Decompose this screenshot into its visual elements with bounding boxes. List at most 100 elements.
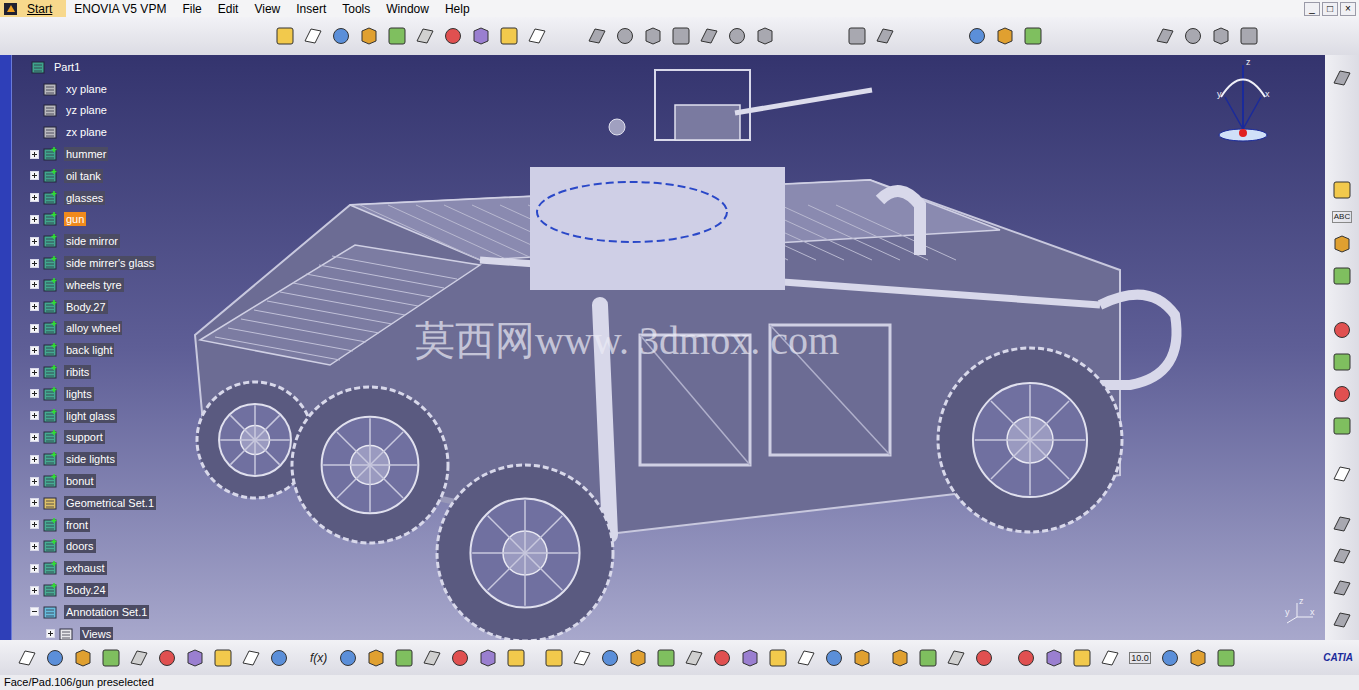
tool-icon[interactable] xyxy=(330,25,352,47)
expander-icon[interactable] xyxy=(30,193,39,202)
tree-label[interactable]: doors xyxy=(64,539,96,553)
tool-icon[interactable] xyxy=(1331,265,1353,287)
tool-icon[interactable] xyxy=(1238,25,1260,47)
menu-item[interactable]: Insert xyxy=(288,0,334,18)
tool-icon[interactable] xyxy=(302,25,324,47)
tool-icon[interactable] xyxy=(365,647,387,669)
tool-icon[interactable] xyxy=(477,647,499,669)
tree-item[interactable]: Annotation Set.1 xyxy=(12,601,156,623)
tree-label[interactable]: Body.24 xyxy=(64,583,108,597)
tree-item[interactable]: zx plane xyxy=(12,121,156,143)
tool-icon[interactable] xyxy=(599,647,621,669)
tool-icon[interactable] xyxy=(1182,25,1204,47)
tool-icon[interactable] xyxy=(945,647,967,669)
tool-icon[interactable] xyxy=(1331,463,1353,485)
tool-icon[interactable] xyxy=(1331,233,1353,255)
tool-icon[interactable] xyxy=(1215,647,1237,669)
tool-icon[interactable] xyxy=(1159,647,1181,669)
tool-icon[interactable] xyxy=(655,647,677,669)
tree-label[interactable]: front xyxy=(64,518,90,532)
tree-item[interactable]: Body.24 xyxy=(12,579,156,601)
tool-icon[interactable] xyxy=(1331,545,1353,567)
expander-icon[interactable] xyxy=(30,586,39,595)
tool-icon[interactable] xyxy=(268,647,290,669)
tree-label[interactable]: Part1 xyxy=(52,60,82,74)
tree-label[interactable]: ribits xyxy=(64,365,91,379)
tree-label[interactable]: lights xyxy=(64,387,94,401)
window-control[interactable]: _ xyxy=(1304,2,1320,16)
tool-icon[interactable] xyxy=(754,25,776,47)
tool-icon[interactable] xyxy=(449,647,471,669)
tree-item[interactable]: alloy wheel xyxy=(12,318,156,340)
tree-label[interactable]: xy plane xyxy=(64,82,109,96)
tool-icon[interactable] xyxy=(1331,319,1353,341)
tool-icon[interactable] xyxy=(274,25,296,47)
tree-item[interactable]: side mirror xyxy=(12,230,156,252)
expander-icon[interactable] xyxy=(30,280,39,289)
tree-label[interactable]: light glass xyxy=(64,409,117,423)
start-menu[interactable]: Start xyxy=(0,0,66,17)
text-tool[interactable]: ABC xyxy=(1332,211,1352,223)
tool-icon[interactable] xyxy=(72,647,94,669)
tool-icon[interactable] xyxy=(698,25,720,47)
menu-item[interactable]: Help xyxy=(437,0,478,18)
window-control[interactable]: □ xyxy=(1322,2,1338,16)
tree-item[interactable]: gun xyxy=(12,209,156,231)
expander-icon[interactable] xyxy=(30,411,39,420)
tree-label[interactable]: side mirrer's glass xyxy=(64,256,156,270)
tree-label[interactable]: alloy wheel xyxy=(64,321,122,335)
tool-icon[interactable] xyxy=(442,25,464,47)
tool-icon[interactable] xyxy=(1015,647,1037,669)
viewport[interactable]: 莫西网www. 3dmox. comPart1xy planeyz planez… xyxy=(0,55,1325,640)
tool-icon[interactable] xyxy=(543,647,565,669)
tree-label[interactable]: bonut xyxy=(64,474,96,488)
tool-icon[interactable] xyxy=(1071,647,1093,669)
tool-icon[interactable] xyxy=(1331,577,1353,599)
tool-icon[interactable] xyxy=(1210,25,1232,47)
tree-item[interactable]: yz plane xyxy=(12,100,156,122)
tree-label[interactable]: zx plane xyxy=(64,125,109,139)
tree-item[interactable]: xy plane xyxy=(12,78,156,100)
tree-item[interactable]: exhaust xyxy=(12,557,156,579)
tree-label[interactable]: side lights xyxy=(64,452,117,466)
window-control[interactable]: × xyxy=(1340,2,1356,16)
tool-icon[interactable] xyxy=(100,647,122,669)
tree-label[interactable]: gun xyxy=(64,212,86,226)
menu-item[interactable]: ENOVIA V5 VPM xyxy=(66,0,174,18)
tool-icon[interactable] xyxy=(917,647,939,669)
tree-item[interactable]: ribits xyxy=(12,361,156,383)
expander-icon[interactable] xyxy=(30,368,39,377)
expander-icon[interactable] xyxy=(30,542,39,551)
tree-label[interactable]: side mirror xyxy=(64,234,120,248)
tool-icon[interactable] xyxy=(1331,351,1353,373)
tool-icon[interactable] xyxy=(670,25,692,47)
expander-icon[interactable] xyxy=(30,150,39,159)
tree-label[interactable]: back light xyxy=(64,343,114,357)
tool-icon[interactable] xyxy=(973,647,995,669)
tree-label[interactable]: Body.27 xyxy=(64,300,108,314)
tool-icon[interactable] xyxy=(128,647,150,669)
tool-icon[interactable] xyxy=(470,25,492,47)
tool-icon[interactable] xyxy=(1187,647,1209,669)
tool-icon[interactable] xyxy=(505,647,527,669)
tool-icon[interactable] xyxy=(1043,647,1065,669)
tool-icon[interactable] xyxy=(212,647,234,669)
expander-icon[interactable] xyxy=(30,237,39,246)
tool-icon[interactable] xyxy=(44,647,66,669)
tool-icon[interactable] xyxy=(1331,609,1353,631)
tree-label[interactable]: yz plane xyxy=(64,103,109,117)
tree-scrollbar[interactable] xyxy=(0,55,12,640)
menu-item[interactable]: File xyxy=(174,0,209,18)
tree-item[interactable]: back light xyxy=(12,339,156,361)
tool-icon[interactable] xyxy=(1331,383,1353,405)
tool-icon[interactable] xyxy=(627,647,649,669)
tool-icon[interactable] xyxy=(994,25,1016,47)
tree-item[interactable]: light glass xyxy=(12,405,156,427)
tool-icon[interactable] xyxy=(358,25,380,47)
tool-icon[interactable] xyxy=(1331,67,1353,89)
tool-icon[interactable] xyxy=(156,647,178,669)
expander-icon[interactable] xyxy=(30,259,39,268)
compass-icon[interactable]: zyx xyxy=(1213,57,1273,147)
tool-icon[interactable] xyxy=(889,647,911,669)
tool-icon[interactable] xyxy=(586,25,608,47)
